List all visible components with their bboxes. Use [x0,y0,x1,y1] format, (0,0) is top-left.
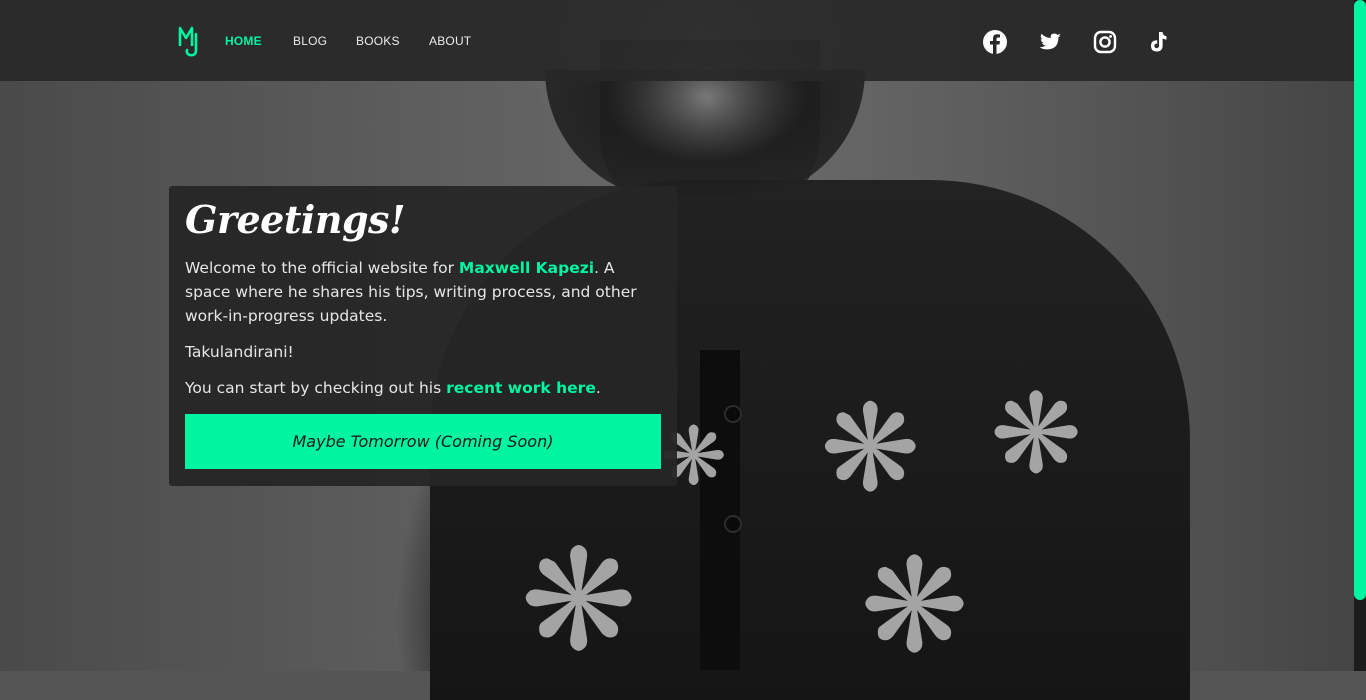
recent-work-link[interactable]: recent work here [446,379,596,397]
intro-text-prefix: Welcome to the official website for [185,259,459,277]
greeting-card: Greetings! Welcome to the official websi… [169,186,677,486]
author-name-link[interactable]: Maxwell Kapezi [459,259,594,277]
salutation-text: Takulandirani! [185,343,294,361]
leaf-pattern-icon: ❋ [990,370,1083,498]
nav-home-link[interactable]: HOME [225,34,262,48]
recent-text-prefix: You can start by checking out his [185,379,447,397]
twitter-icon[interactable] [1037,29,1063,55]
leaf-pattern-icon: ❋ [520,520,638,683]
top-navbar: HOME BLOG BOOKS ABOUT [0,0,1354,81]
tiktok-icon[interactable] [1145,29,1171,55]
instagram-icon[interactable] [1092,29,1118,55]
shirt-button-icon [724,515,742,533]
nav-blog-link[interactable]: BLOG [293,34,327,48]
facebook-icon[interactable] [982,29,1008,55]
scrollbar-thumb[interactable] [1354,0,1366,600]
nav-about-link[interactable]: ABOUT [429,34,471,48]
coming-soon-button[interactable]: Maybe Tomorrow (Coming Soon) [185,414,661,469]
leaf-pattern-icon: ❋ [820,380,921,519]
recent-work-paragraph: You can start by checking out his recent… [185,376,661,400]
recent-text-suffix: . [595,379,601,397]
photo-shirt-placket [700,350,740,670]
mj-logo-icon[interactable] [178,24,202,58]
nav-books-link[interactable]: BOOKS [356,34,400,48]
leaf-pattern-icon: ❋ [860,530,969,682]
intro-paragraph: Welcome to the official website for Maxw… [185,256,661,328]
greeting-title: Greetings! [185,197,406,242]
